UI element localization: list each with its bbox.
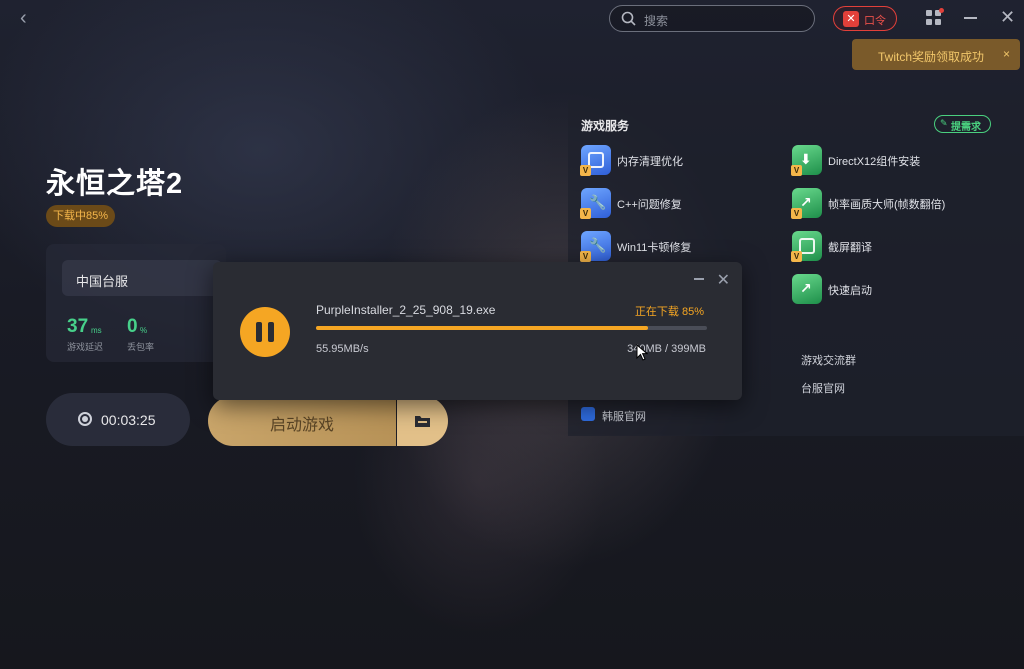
- download-dialog: PurpleInstaller_2_25_908_19.exe 正在下载 85%…: [213, 262, 742, 400]
- folder-icon: [415, 416, 430, 427]
- download-speed: 55.95MB/s: [316, 343, 369, 355]
- service-label: 内存清理优化: [617, 156, 683, 168]
- request-label: 提需求: [951, 122, 981, 133]
- pencil-icon: ✎: [940, 118, 948, 128]
- search-input[interactable]: 搜索: [609, 5, 815, 32]
- game-title: 永恒之塔2: [46, 168, 184, 200]
- loss-unit: %: [140, 326, 148, 335]
- ping-value: 37: [67, 316, 89, 337]
- link-tw-official[interactable]: 台服官网: [801, 380, 845, 396]
- download-status-badge: 下载中85%: [46, 205, 116, 227]
- server-name: 中国台服: [76, 274, 129, 289]
- directx-install-icon: ⬇ V: [791, 145, 822, 176]
- back-arrow-icon[interactable]: ‹: [20, 8, 40, 28]
- command-label: 口令: [864, 15, 886, 27]
- mouse-cursor-icon: [636, 344, 648, 361]
- cpp-repair-icon: 🔧 V: [580, 188, 611, 219]
- minimize-icon[interactable]: [964, 17, 977, 19]
- timer-value: 00:03:25: [101, 412, 156, 428]
- download-filename: PurpleInstaller_2_25_908_19.exe: [316, 303, 496, 317]
- search-placeholder: 搜索: [644, 14, 669, 28]
- notification-dot: [939, 8, 944, 13]
- loss-value: 0: [127, 316, 138, 337]
- service-label: 快速启动: [828, 285, 872, 297]
- session-timer[interactable]: 00:03:25: [46, 393, 190, 446]
- launch-label: 启动游戏: [269, 417, 334, 434]
- reward-toast: Twitch奖励领取成功 ×: [852, 39, 1020, 70]
- service-label: 帧率画质大师(帧数翻倍): [828, 199, 946, 211]
- loss-label: 丢包率: [127, 342, 155, 352]
- service-label: C++问题修复: [617, 199, 682, 211]
- ping-unit: ms: [91, 326, 102, 335]
- service-screenshot-translate[interactable]: V 截屏翻译: [791, 231, 972, 262]
- toast-close-icon[interactable]: ×: [1003, 47, 1010, 61]
- service-quick-launch[interactable]: ↗ 快速启动: [792, 274, 972, 304]
- download-status: 正在下载 85%: [634, 306, 704, 318]
- download-progress-fill: [316, 326, 649, 330]
- services-heading: 游戏服务: [581, 119, 630, 133]
- open-folder-button[interactable]: [397, 396, 448, 446]
- search-icon: [621, 11, 636, 26]
- screenshot-translate-icon: V: [791, 231, 822, 262]
- memory-clean-icon: V: [580, 145, 611, 176]
- download-progress-bar: [316, 326, 707, 330]
- website-icon: [581, 407, 595, 421]
- command-icon: ✕: [843, 11, 859, 27]
- quick-launch-icon: ↗: [792, 274, 822, 304]
- link-community[interactable]: 游戏交流群: [801, 352, 856, 368]
- service-label: DirectX12组件安装: [828, 156, 921, 168]
- command-button[interactable]: ✕ 口令: [833, 6, 897, 31]
- close-icon[interactable]: ✕: [1000, 8, 1018, 26]
- service-directx[interactable]: ⬇ V DirectX12组件安装: [791, 145, 972, 176]
- ping-label: 游戏延迟: [67, 342, 104, 352]
- toast-message: Twitch奖励领取成功: [878, 50, 985, 64]
- service-memory-clean[interactable]: V 内存清理优化: [580, 145, 761, 176]
- service-cpp-repair[interactable]: 🔧 V C++问题修复: [580, 188, 761, 219]
- apps-grid-icon[interactable]: [926, 8, 944, 26]
- service-framerate[interactable]: ↗ V 帧率画质大师(帧数翻倍): [791, 188, 992, 219]
- framerate-master-icon: ↗ V: [791, 188, 822, 219]
- launch-game-button[interactable]: 启动游戏: [208, 396, 396, 446]
- request-button[interactable]: ✎ 提需求: [934, 115, 991, 133]
- minimize-dialog-icon[interactable]: [694, 278, 704, 280]
- close-dialog-icon[interactable]: ✕: [717, 270, 730, 290]
- service-win11-repair[interactable]: 🔧 V Win11卡顿修复: [580, 231, 761, 262]
- server-selector[interactable]: 中国台服: [62, 260, 222, 296]
- record-icon: [78, 412, 92, 426]
- link-kr-official[interactable]: 韩服官网: [602, 408, 646, 424]
- pause-button[interactable]: [240, 307, 290, 357]
- service-label: Win11卡顿修复: [617, 242, 692, 254]
- win11-repair-icon: 🔧 V: [580, 231, 611, 262]
- service-label: 截屏翻译: [828, 242, 872, 254]
